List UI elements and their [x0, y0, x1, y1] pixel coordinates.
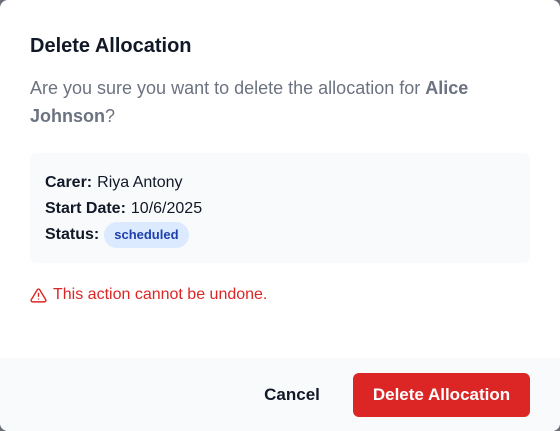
warning-text: This action cannot be undone.: [53, 286, 268, 303]
message-prefix: Are you sure you want to delete the allo…: [30, 78, 426, 98]
alert-triangle-icon: [30, 287, 47, 303]
cancel-button[interactable]: Cancel: [248, 373, 336, 417]
delete-allocation-button[interactable]: Delete Allocation: [353, 373, 530, 417]
message-suffix: ?: [105, 106, 116, 126]
dialog-footer: Cancel Delete Allocation: [0, 358, 560, 431]
dialog-title: Delete Allocation: [30, 35, 192, 57]
start-date-label: Start Date:: [45, 200, 126, 217]
dialog-body: Delete Allocation Are you sure you want …: [30, 32, 530, 130]
warning-message: This action cannot be undone.: [30, 286, 267, 304]
delete-allocation-dialog: Delete Allocation Are you sure you want …: [0, 0, 560, 431]
allocation-details: Carer: Riya Antony Start Date: 10/6/2025…: [30, 153, 530, 263]
status-label: Status:: [45, 226, 100, 243]
confirmation-message: Are you sure you want to delete the allo…: [30, 74, 530, 130]
carer-value: Riya Antony: [97, 174, 183, 191]
status-badge: scheduled: [104, 222, 189, 248]
start-date-value: 10/6/2025: [130, 200, 203, 217]
carer-label: Carer:: [45, 174, 93, 191]
start-date-row: Start Date: 10/6/2025: [45, 196, 515, 222]
status-row: Status: scheduled: [45, 222, 515, 248]
carer-row: Carer: Riya Antony: [45, 170, 515, 196]
